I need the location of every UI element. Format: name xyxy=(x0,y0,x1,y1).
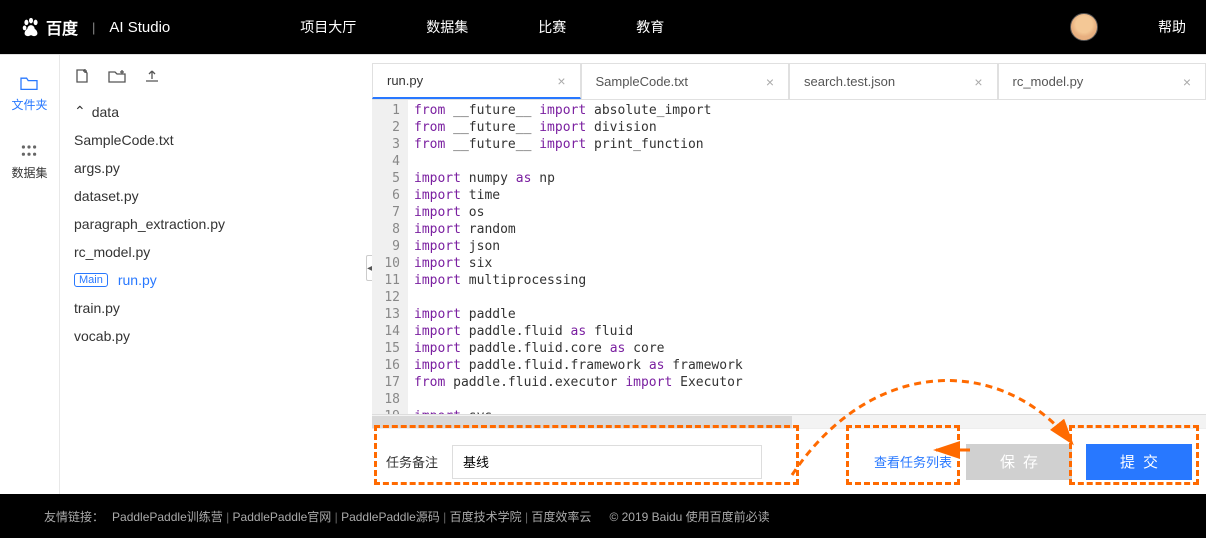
file-name: rc_model.py xyxy=(74,244,150,260)
workspace: 文件夹 数据集 ⌃ data SampleCode.txt args.py data… xyxy=(0,54,1206,494)
footer-label: 友情链接： xyxy=(44,508,104,525)
close-icon[interactable]: × xyxy=(766,74,774,90)
file-name: SampleCode.txt xyxy=(74,132,174,148)
footer-link[interactable]: 百度技术学院 xyxy=(450,510,522,524)
editor-tab[interactable]: run.py × xyxy=(372,63,581,99)
editor-tab[interactable]: SampleCode.txt × xyxy=(581,63,790,99)
close-icon[interactable]: × xyxy=(557,73,565,89)
action-bar: 任务备注 查看任务列表 保存 提交 xyxy=(372,428,1206,494)
file-name: args.py xyxy=(74,160,120,176)
folder-label: data xyxy=(92,104,119,120)
help-link[interactable]: 帮助 xyxy=(1158,17,1186,37)
file-name: train.py xyxy=(74,300,120,316)
file-name: vocab.py xyxy=(74,328,130,344)
rail-files[interactable]: 文件夹 xyxy=(11,75,47,113)
submit-button[interactable]: 提交 xyxy=(1086,444,1192,480)
avatar[interactable] xyxy=(1070,13,1098,41)
nav-education[interactable]: 教育 xyxy=(636,17,664,37)
footer-copyright: © 2019 Baidu 使用百度前必读 xyxy=(609,508,769,525)
rail-files-label: 文件夹 xyxy=(11,96,47,113)
file-tree: ⌃ data SampleCode.txt args.py dataset.py pa… xyxy=(60,91,372,356)
chevron-icon: ⌃ xyxy=(74,103,86,120)
code-area[interactable]: from __future__ import absolute_importfr… xyxy=(408,100,1206,414)
tab-label: SampleCode.txt xyxy=(596,74,689,89)
folder-icon xyxy=(19,75,39,91)
footer-link[interactable]: 百度效率云 xyxy=(531,510,591,524)
tree-file[interactable]: SampleCode.txt xyxy=(60,126,372,154)
footer-link[interactable]: PaddlePaddle源码 xyxy=(341,510,440,524)
left-rail: 文件夹 数据集 xyxy=(0,55,60,494)
logo-text-cn: 百度 xyxy=(46,15,78,39)
editor-column: ◀ run.py×SampleCode.txt×search.test.json… xyxy=(372,55,1206,494)
line-gutter: 123456789101112131415161718192021222324 xyxy=(372,100,408,414)
paw-icon xyxy=(20,16,42,38)
footer-link[interactable]: PaddlePaddle官网 xyxy=(233,510,332,524)
tree-file[interactable]: dataset.py xyxy=(60,182,372,210)
top-bar: 百度 | AI Studio 项目大厅 数据集 比赛 教育 帮助 xyxy=(0,0,1206,54)
tree-file[interactable]: vocab.py xyxy=(60,322,372,350)
new-file-icon[interactable] xyxy=(74,68,90,87)
tree-folder-data[interactable]: ⌃ data xyxy=(60,97,372,126)
editor-tabs: run.py×SampleCode.txt×search.test.json×r… xyxy=(372,63,1206,99)
top-nav: 项目大厅 数据集 比赛 教育 xyxy=(300,17,664,37)
file-name: paragraph_extraction.py xyxy=(74,216,225,232)
save-button[interactable]: 保存 xyxy=(966,444,1072,480)
close-icon[interactable]: × xyxy=(974,74,982,90)
grid-icon xyxy=(19,143,39,159)
logo-text-en: AI Studio xyxy=(109,19,170,36)
file-name: dataset.py xyxy=(74,188,139,204)
nav-datasets[interactable]: 数据集 xyxy=(426,17,468,37)
rail-datasets[interactable]: 数据集 xyxy=(11,143,47,181)
top-right: 帮助 xyxy=(1070,13,1186,41)
tab-label: run.py xyxy=(387,73,423,88)
horizontal-scrollbar[interactable] xyxy=(372,414,1206,428)
editor-tab[interactable]: rc_model.py × xyxy=(998,63,1206,99)
file-sidebar: ⌃ data SampleCode.txt args.py dataset.py pa… xyxy=(60,55,372,494)
file-name: run.py xyxy=(118,272,157,288)
upload-icon[interactable] xyxy=(144,69,160,86)
sidebar-toolbar xyxy=(60,55,372,91)
task-note-input[interactable] xyxy=(452,445,762,479)
view-tasks-link[interactable]: 查看任务列表 xyxy=(874,452,952,471)
tree-file[interactable]: paragraph_extraction.py xyxy=(60,210,372,238)
logo-separator: | xyxy=(92,20,95,35)
rail-datasets-label: 数据集 xyxy=(11,164,47,181)
nav-competitions[interactable]: 比赛 xyxy=(538,17,566,37)
logo[interactable]: 百度 | AI Studio xyxy=(20,15,170,39)
tree-file[interactable]: args.py xyxy=(60,154,372,182)
code-editor[interactable]: 123456789101112131415161718192021222324 … xyxy=(372,99,1206,414)
close-icon[interactable]: × xyxy=(1183,74,1191,90)
editor-tab[interactable]: search.test.json × xyxy=(789,63,998,99)
footer-link[interactable]: PaddlePaddle训练营 xyxy=(112,510,223,524)
scrollbar-thumb[interactable] xyxy=(372,416,792,428)
nav-projects[interactable]: 项目大厅 xyxy=(300,17,356,37)
tree-file[interactable]: rc_model.py xyxy=(60,238,372,266)
new-folder-icon[interactable] xyxy=(108,69,126,86)
footer: 友情链接： PaddlePaddle训练营 | PaddlePaddle官网 |… xyxy=(0,494,1206,538)
tab-label: rc_model.py xyxy=(1013,74,1084,89)
tree-file[interactable]: Main run.py xyxy=(60,266,372,294)
tree-file[interactable]: train.py xyxy=(60,294,372,322)
logo-baidu: 百度 xyxy=(20,15,78,39)
task-note-label: 任务备注 xyxy=(386,452,438,471)
tab-label: search.test.json xyxy=(804,74,895,89)
main-badge: Main xyxy=(74,273,108,287)
